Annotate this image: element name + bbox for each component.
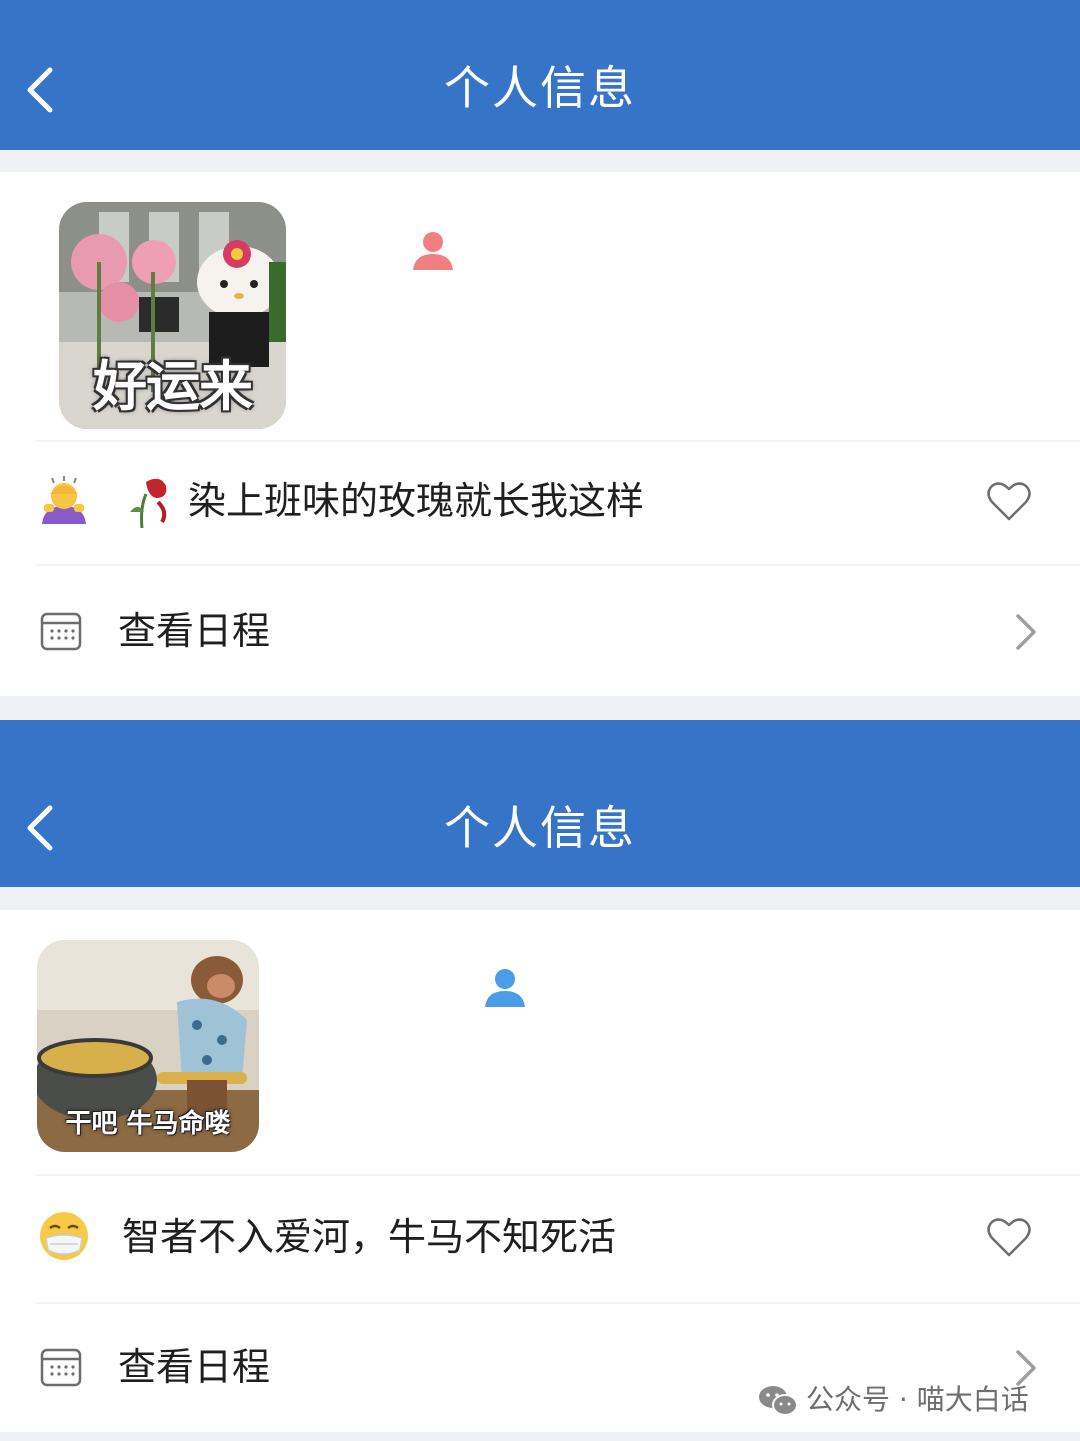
person-icon bbox=[485, 969, 525, 1007]
schedule-label: 查看日程 bbox=[118, 1345, 271, 1389]
heart-icon[interactable] bbox=[986, 480, 1032, 522]
divider bbox=[36, 1302, 1080, 1304]
avatar[interactable]: 干吧 牛马命喽 bbox=[37, 940, 259, 1152]
calendar-icon bbox=[40, 612, 82, 651]
page-title: 个人信息 bbox=[444, 61, 636, 115]
avatar-caption: 干吧 牛马命喽 bbox=[65, 1109, 231, 1139]
person-icon bbox=[413, 232, 453, 270]
status-row: 智者不入爱河，牛马不知死活 bbox=[0, 1182, 1080, 1292]
watermark: 公众号 · 喵大白话 bbox=[758, 1380, 1029, 1420]
profile-card: 干吧 牛马命喽 智者不入爱河，牛马不知死活 查看日程 bbox=[0, 910, 1080, 1432]
nav-bar: 个人信息 bbox=[0, 720, 1080, 887]
status-row: 染上班味的玫瑰就长我这样 bbox=[0, 446, 1080, 556]
profile-screen-2: 个人信息 干吧 牛马命喽 智者不入爱河，牛马不知死活 查看日程 bbox=[0, 720, 1080, 1441]
wechat-icon bbox=[759, 1386, 798, 1416]
divider bbox=[36, 1174, 1080, 1176]
schedule-row[interactable]: 查看日程 bbox=[0, 574, 1080, 684]
schedule-label: 查看日程 bbox=[118, 609, 271, 653]
divider bbox=[36, 440, 1080, 442]
profile-screen-1: 个人信息 好运来 染上班味的玫瑰就长我这样 查看日程 bbox=[0, 0, 1080, 700]
calendar-icon bbox=[40, 1348, 82, 1387]
status-text: 染上班味的玫瑰就长我这样 bbox=[188, 479, 645, 523]
nav-bar: 个人信息 bbox=[0, 0, 1080, 150]
avatar[interactable]: 好运来 bbox=[59, 202, 286, 429]
avatar-caption: 好运来 bbox=[93, 355, 253, 418]
page-title: 个人信息 bbox=[444, 801, 636, 855]
divider bbox=[36, 564, 1080, 566]
heart-icon[interactable] bbox=[986, 1216, 1032, 1258]
profile-card: 好运来 染上班味的玫瑰就长我这样 查看日程 bbox=[0, 172, 1080, 696]
face-with-mask-emoji-icon bbox=[40, 1212, 88, 1260]
watermark-text: 公众号 · 喵大白话 bbox=[806, 1383, 1029, 1416]
person-bowing-emoji-icon bbox=[42, 476, 86, 524]
chevron-right-icon bbox=[1016, 614, 1036, 650]
status-text: 智者不入爱河，牛马不知死活 bbox=[122, 1215, 617, 1259]
wilted-rose-icon bbox=[130, 478, 167, 528]
